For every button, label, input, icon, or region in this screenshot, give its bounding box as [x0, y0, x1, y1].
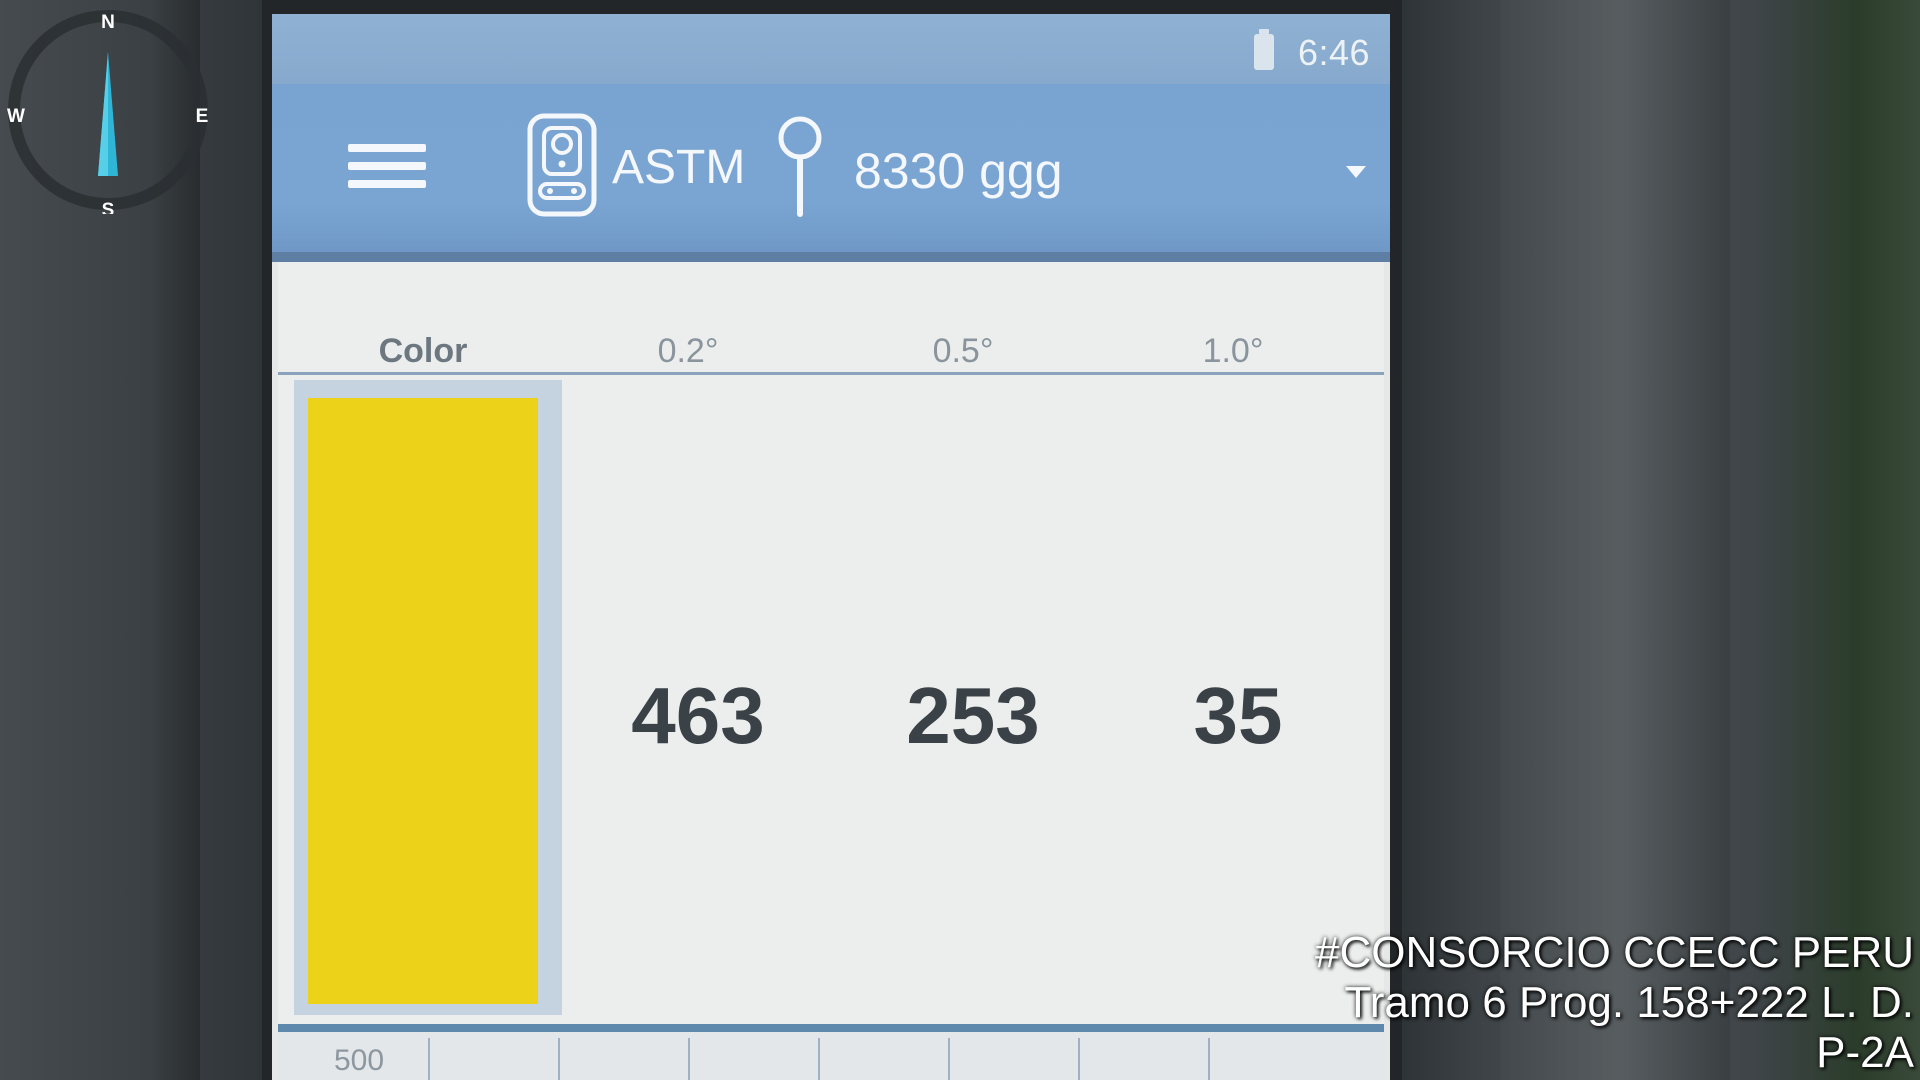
chart-gridline	[818, 1038, 820, 1080]
reading-0-2: 463	[631, 671, 765, 760]
reading-0-5: 253	[906, 671, 1040, 760]
chevron-down-icon[interactable]	[1346, 166, 1366, 178]
watermark-line-2: Tramo 6 Prog. 158+222 L. D.	[1344, 978, 1914, 1027]
column-header-0-5: 0.5°	[932, 332, 994, 370]
chart-gridline	[428, 1038, 430, 1080]
status-clock: 6:46	[1298, 32, 1371, 73]
compass-east: E	[196, 106, 209, 127]
chart-gridline	[558, 1038, 560, 1080]
compass-north: N	[101, 12, 115, 33]
hamburger-menu-icon[interactable]	[348, 136, 428, 196]
reading-1-0: 35	[1193, 671, 1283, 760]
battery-icon	[1254, 29, 1274, 70]
chart-gridline	[948, 1038, 950, 1080]
measurement-standard[interactable]: ASTM	[612, 140, 745, 195]
app-bar: ASTM 8330 ggg	[272, 84, 1390, 262]
watermark-line-3: P-2A	[1816, 1028, 1914, 1077]
device-housing-highlight	[1500, 0, 1730, 1080]
profile-name[interactable]: 8330 ggg	[854, 142, 1063, 200]
chart-axis-label: 500	[334, 1044, 385, 1077]
column-header-0-2: 0.2°	[657, 332, 719, 370]
watermark-line-1: #CONSORCIO CCECC PERU	[1315, 928, 1914, 977]
compass-overlay: N S W E	[4, 6, 212, 221]
location-pin-icon[interactable]	[772, 114, 828, 220]
measurement-panel: Color 0.2° 0.5° 1.0° 463 253 35	[278, 262, 1384, 1080]
device-screen: 6:46 ASTM 8330 ggg Color 0.2° 0.5° 1.0° …	[272, 14, 1390, 1080]
history-chart-strip[interactable]: 500	[278, 1024, 1384, 1080]
column-header-1-0: 1.0°	[1202, 332, 1264, 370]
status-bar: 6:46	[272, 14, 1390, 84]
column-header-color: Color	[378, 332, 468, 370]
chart-gridline	[688, 1038, 690, 1080]
compass-west: W	[7, 106, 25, 127]
chart-gridline	[1078, 1038, 1080, 1080]
compass-south: S	[102, 200, 115, 214]
photo-watermark: #CONSORCIO CCECC PERU Tramo 6 Prog. 158+…	[1315, 928, 1914, 1078]
table-header: Color 0.2° 0.5° 1.0°	[278, 262, 1384, 375]
retroreflectometer-icon[interactable]	[524, 110, 600, 220]
chart-gridline	[1208, 1038, 1210, 1080]
color-swatch	[308, 398, 538, 1004]
